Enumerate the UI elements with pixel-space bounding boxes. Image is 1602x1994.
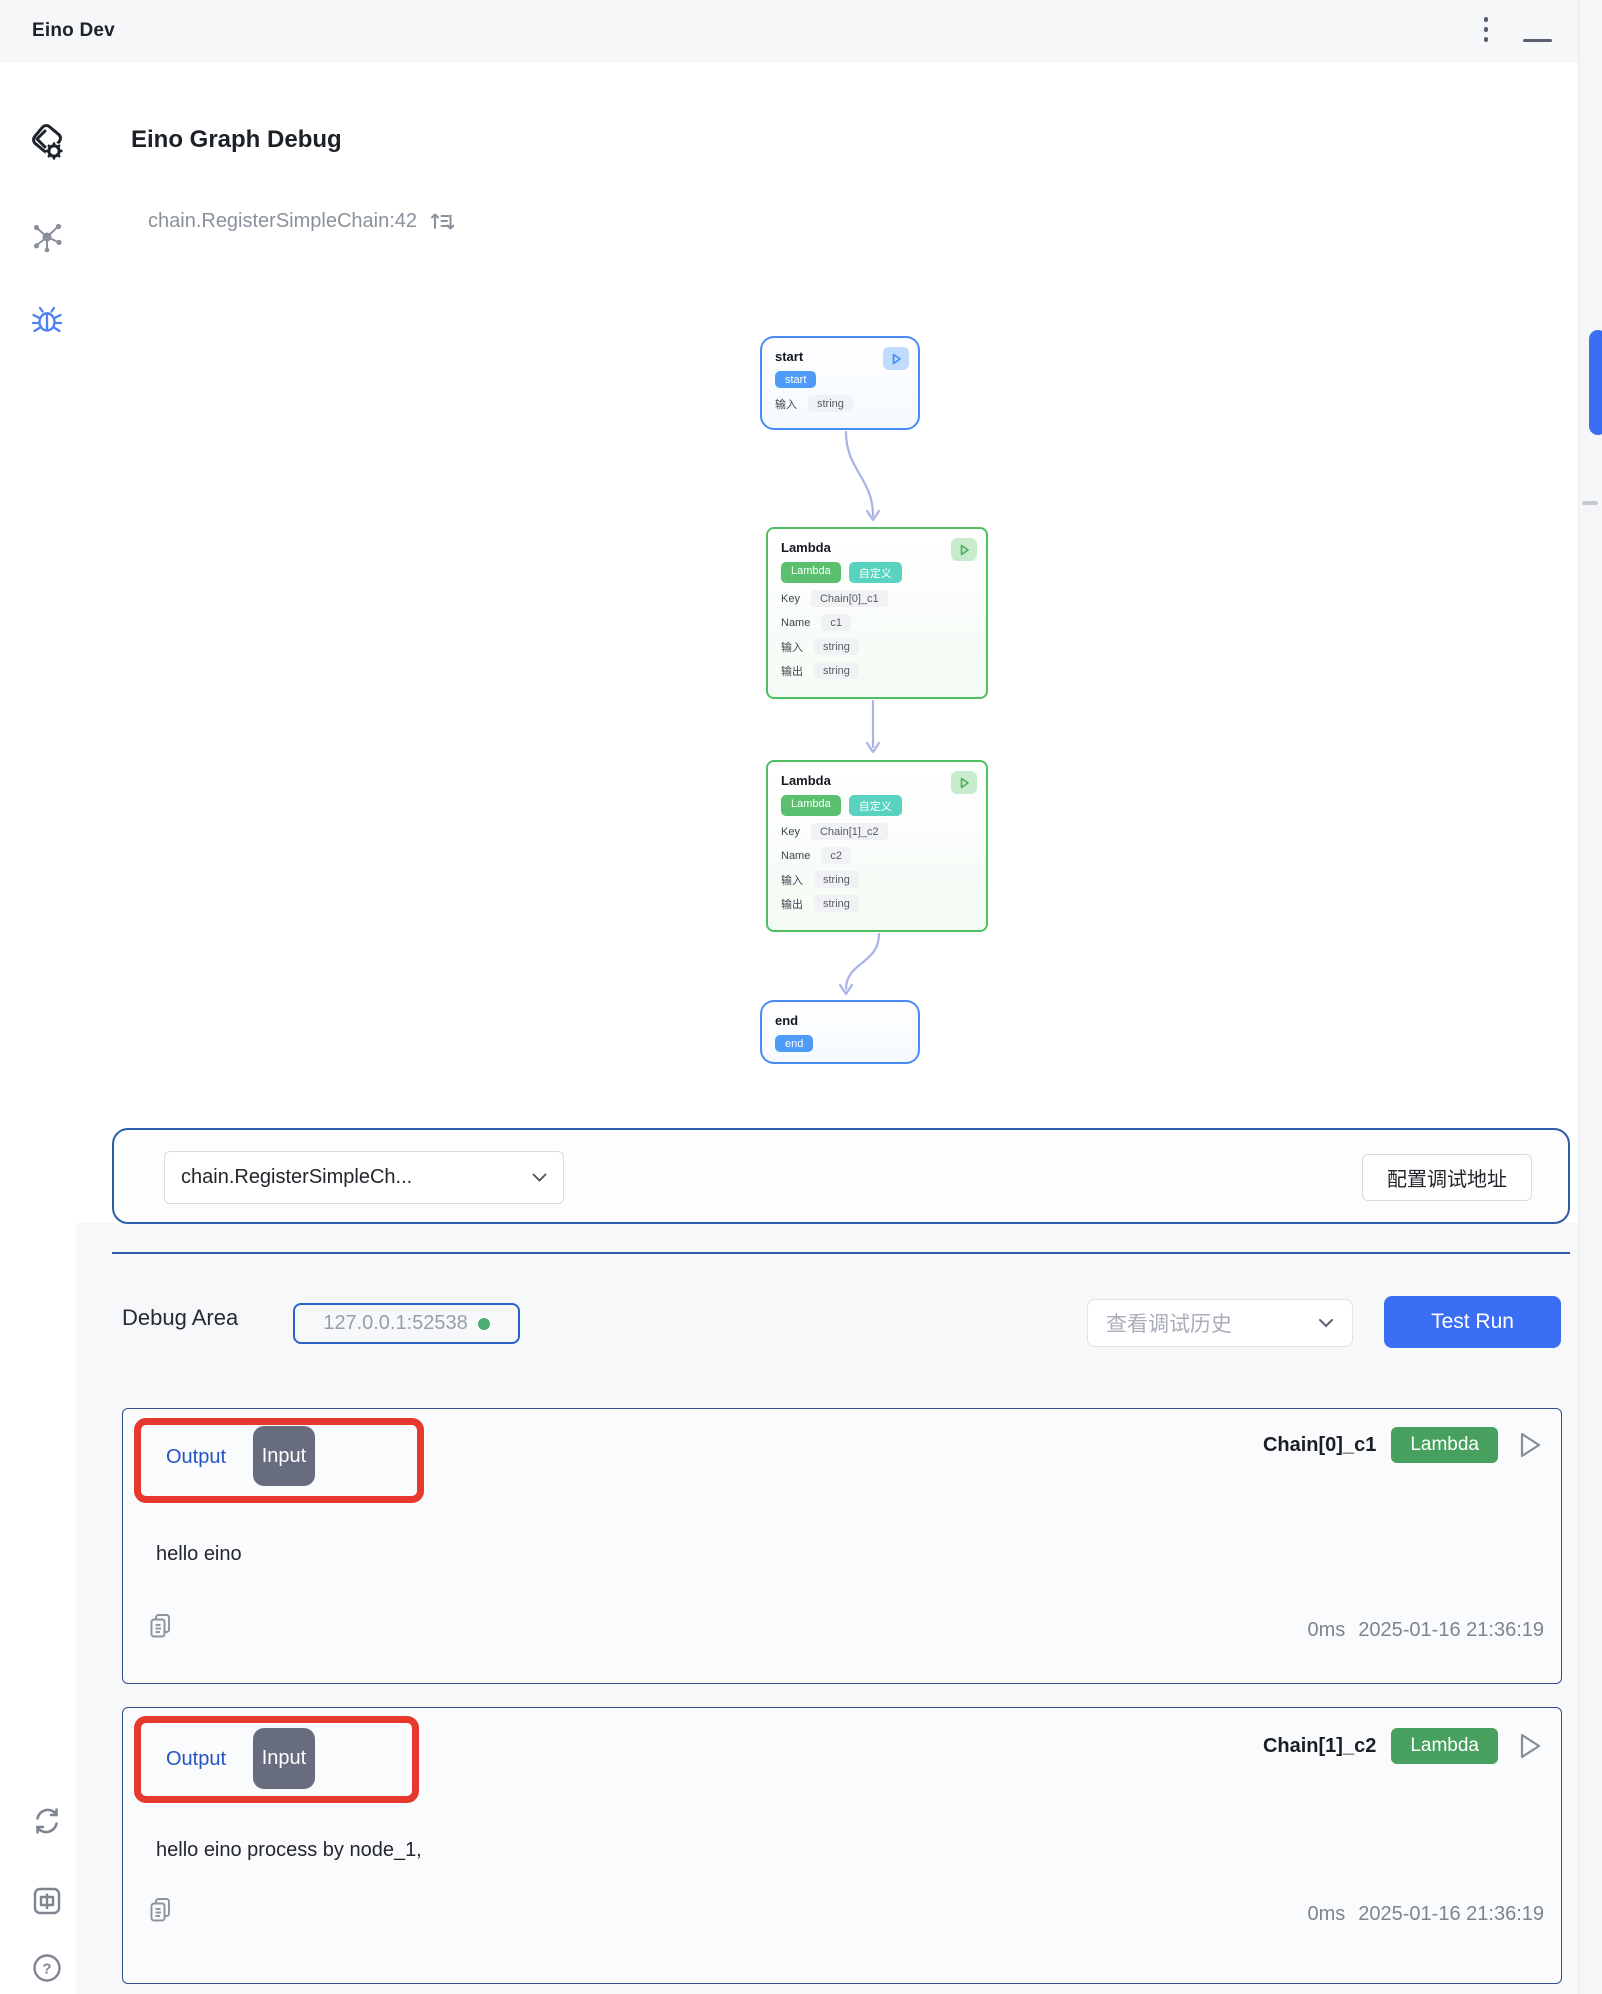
debug-history-placeholder: 查看调试历史 <box>1106 1308 1232 1338</box>
node-type-badge: Lambda <box>781 795 841 816</box>
node-output-label: 输出 <box>781 663 803 679</box>
configure-debug-address-button[interactable]: 配置调试地址 <box>1362 1154 1532 1201</box>
debug-history-select[interactable]: 查看调试历史 <box>1087 1299 1353 1347</box>
result-card-c1: Output Input Chain[0]_c1 Lambda hello ei… <box>122 1408 1562 1684</box>
node-input-type: string <box>814 638 859 655</box>
test-run-button[interactable]: Test Run <box>1384 1296 1561 1348</box>
result-timestamp: 2025-01-16 21:36:19 <box>1358 1903 1544 1926</box>
sidebar: ? <box>0 62 76 1994</box>
result-timestamp: 2025-01-16 21:36:19 <box>1358 1619 1544 1642</box>
tab-input[interactable]: Input <box>253 1426 315 1486</box>
language-icon[interactable] <box>30 1884 64 1918</box>
page-title: Eino Graph Debug <box>131 126 342 154</box>
chevron-down-icon <box>532 1173 547 1182</box>
refresh-icon[interactable] <box>32 1806 62 1836</box>
node-custom-badge: 自定义 <box>849 795 902 816</box>
node-input-label: 输入 <box>781 639 803 655</box>
node-type-badge: start <box>775 371 816 388</box>
debug-address-badge: 127.0.0.1:52538 <box>293 1303 520 1344</box>
svg-text:?: ? <box>42 1961 51 1978</box>
node-input-label: 输入 <box>781 872 803 888</box>
app-title: Eino Dev <box>32 0 115 62</box>
minimize-icon[interactable] <box>1523 39 1552 42</box>
run-config-panel: chain.RegisterSimpleCh... 配置调试地址 <box>112 1128 1570 1224</box>
scrollbar-thumb[interactable] <box>1589 330 1602 435</box>
sort-icon[interactable] <box>430 210 454 233</box>
result-node-key: Chain[0]_c1 <box>1263 1434 1376 1457</box>
graph-view-icon[interactable] <box>31 220 63 254</box>
node-input-type: string <box>814 871 859 888</box>
node-title: Lambda <box>781 773 973 788</box>
result-duration: 0ms <box>1307 1619 1345 1642</box>
node-title: Lambda <box>781 540 973 555</box>
result-node-key: Chain[1]_c2 <box>1263 1735 1376 1758</box>
debug-area-label: Debug Area <box>122 1305 238 1331</box>
resize-handle[interactable] <box>1582 501 1598 505</box>
node-custom-badge: 自定义 <box>849 562 902 583</box>
copy-icon[interactable] <box>147 1896 173 1929</box>
section-divider <box>112 1252 1570 1254</box>
node-name-label: Name <box>781 850 810 862</box>
chevron-down-icon <box>1318 1318 1334 1328</box>
node-key-label: Key <box>781 826 800 838</box>
titlebar: Eino Dev <box>0 0 1602 62</box>
graph-node-start[interactable]: start start 输入 string <box>760 336 920 430</box>
app-logo-icon[interactable] <box>24 118 68 166</box>
debug-bug-icon[interactable] <box>30 302 64 336</box>
result-duration: 0ms <box>1307 1903 1345 1926</box>
node-key-label: Key <box>781 593 800 605</box>
node-output-type: string <box>814 895 859 912</box>
result-node-type-badge: Lambda <box>1391 1427 1498 1463</box>
graph-select[interactable]: chain.RegisterSimpleCh... <box>164 1151 564 1204</box>
connected-status-dot <box>478 1318 490 1330</box>
result-output-text: hello eino <box>156 1543 242 1566</box>
scrollbar-track <box>1578 0 1602 1994</box>
copy-icon[interactable] <box>147 1612 173 1645</box>
node-type-badge: Lambda <box>781 562 841 583</box>
debug-address: 127.0.0.1:52538 <box>323 1312 468 1335</box>
node-output-label: 输出 <box>781 896 803 912</box>
graph-select-value: chain.RegisterSimpleCh... <box>181 1166 412 1189</box>
node-key-value: Chain[1]_c2 <box>811 823 888 840</box>
node-input-type: string <box>808 395 853 412</box>
graph-node-lambda-c1[interactable]: Lambda Lambda 自定义 KeyChain[0]_c1 Namec1 … <box>766 527 988 699</box>
result-card-c2: Output Input Chain[1]_c2 Lambda hello ei… <box>122 1707 1562 1984</box>
node-name-value: c2 <box>821 847 851 864</box>
node-run-icon[interactable] <box>883 347 909 370</box>
node-run-icon[interactable] <box>951 538 977 561</box>
node-run-icon[interactable] <box>951 771 977 794</box>
more-menu-icon[interactable] <box>1481 17 1491 47</box>
node-name-label: Name <box>781 617 810 629</box>
play-icon[interactable] <box>1513 1428 1547 1462</box>
tab-output[interactable]: Output <box>166 1446 226 1469</box>
graph-node-end[interactable]: end end <box>760 1000 920 1064</box>
node-input-label: 输入 <box>775 396 797 412</box>
help-icon[interactable]: ? <box>31 1952 63 1984</box>
node-title: end <box>775 1013 905 1028</box>
node-name-value: c1 <box>821 614 851 631</box>
play-icon[interactable] <box>1513 1729 1547 1763</box>
node-key-value: Chain[0]_c1 <box>811 590 888 607</box>
node-output-type: string <box>814 662 859 679</box>
result-node-type-badge: Lambda <box>1391 1728 1498 1764</box>
trace-id: chain.RegisterSimpleChain:42 <box>148 210 417 233</box>
graph-node-lambda-c2[interactable]: Lambda Lambda 自定义 KeyChain[1]_c2 Namec2 … <box>766 760 988 932</box>
tab-input[interactable]: Input <box>253 1728 315 1789</box>
result-output-text: hello eino process by node_1, <box>156 1839 422 1862</box>
tab-output[interactable]: Output <box>166 1748 226 1771</box>
node-type-badge: end <box>775 1035 813 1052</box>
